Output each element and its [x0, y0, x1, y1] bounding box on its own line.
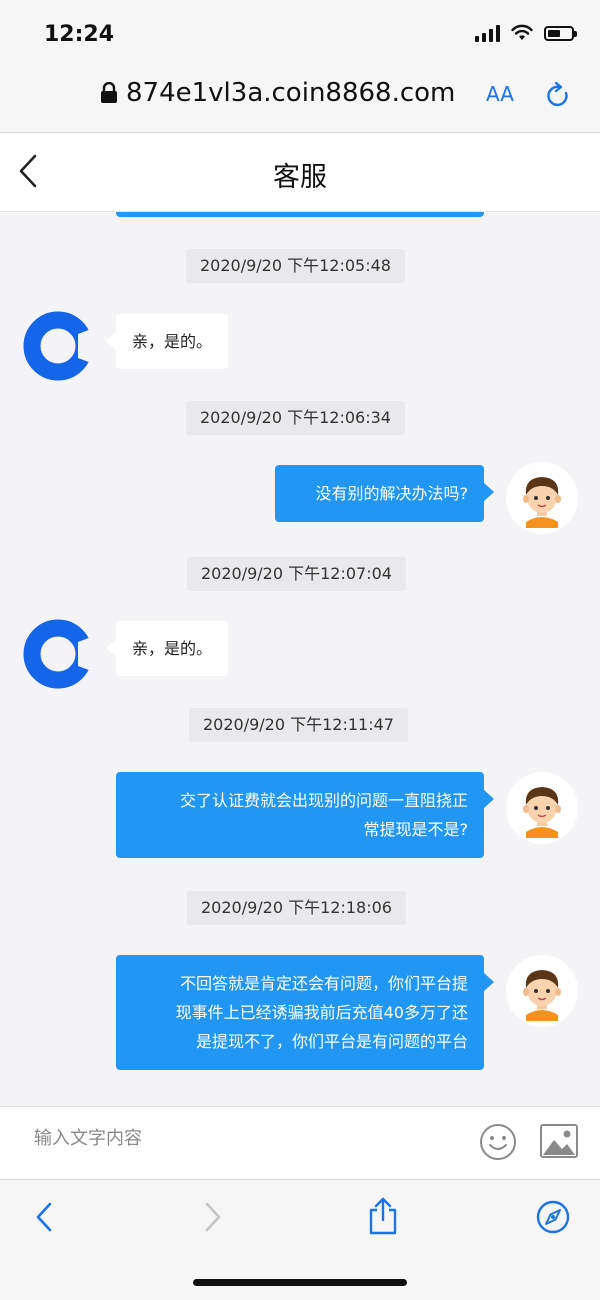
agent-avatar [23, 619, 94, 689]
message-timestamp: 2020/9/20 下午12:05:48 [186, 249, 405, 283]
message-timestamp: 2020/9/20 下午12:06:34 [186, 401, 405, 435]
compass-icon[interactable] [535, 1199, 571, 1235]
message-input[interactable] [32, 1127, 456, 1150]
refresh-icon[interactable] [544, 81, 574, 111]
message-line: 是提现不了，你们平台是有问题的平台 [195, 1032, 468, 1051]
message-timestamp: 2020/9/20 下午12:11:47 [189, 708, 408, 742]
lock-icon [101, 82, 117, 103]
home-indicator[interactable] [193, 1279, 407, 1286]
wifi-icon [511, 24, 533, 40]
chat-header: 客服 [0, 133, 600, 212]
user-avatar [506, 462, 578, 534]
emoji-icon[interactable] [479, 1123, 517, 1161]
message-timestamp: 2020/9/20 下午12:07:04 [187, 557, 406, 591]
browser-forward-icon[interactable] [203, 1200, 223, 1234]
status-bar: 12:24 [0, 0, 600, 70]
agent-avatar [23, 311, 94, 381]
user-message-bubble: 没有别的解决办法吗? [275, 465, 494, 522]
message-line: 没有别的解决办法吗? [315, 484, 469, 503]
message-bubble-partial [116, 212, 484, 217]
status-icons [475, 24, 577, 42]
page-title: 客服 [273, 162, 327, 193]
agent-message-bubble: 亲，是的。 [105, 621, 229, 676]
user-message-bubble: 不回答就是肯定还会有问题，你们平台提 现事件上已经诱骗我前后充值40多万了还 是… [116, 955, 494, 1070]
battery-icon [544, 25, 577, 41]
url-field[interactable]: 874e1vl3a.coin8868.com [100, 78, 455, 108]
message-line: 现事件上已经诱骗我前后充值40多万了还 [175, 1003, 468, 1022]
message-timestamp: 2020/9/20 下午12:18:06 [187, 891, 406, 925]
text-size-button[interactable]: AA [486, 82, 514, 106]
message-composer [0, 1106, 600, 1179]
message-line: 常提现是不是? [363, 820, 469, 839]
user-avatar [506, 772, 578, 844]
message-line: 不回答就是肯定还会有问题，你们平台提 [179, 974, 468, 993]
chat-messages[interactable]: 2020/9/20 下午12:05:48 亲，是的。 2020/9/20 下午1… [0, 212, 600, 1105]
user-message-bubble: 交了认证费就会出现别的问题一直阻挠正 常提现是不是? [116, 772, 494, 858]
browser-back-icon[interactable] [34, 1200, 54, 1234]
browser-url-bar: 874e1vl3a.coin8868.com AA [0, 70, 600, 133]
message-line: 交了认证费就会出现别的问题一直阻挠正 [179, 791, 468, 810]
browser-toolbar [0, 1179, 600, 1300]
status-time: 12:24 [44, 22, 115, 47]
agent-message-bubble: 亲，是的。 [105, 314, 229, 369]
share-icon[interactable] [366, 1196, 400, 1236]
user-avatar [506, 955, 578, 1027]
image-icon[interactable] [540, 1124, 578, 1158]
url-text: 874e1vl3a.coin8868.com [126, 78, 456, 108]
signal-icon [475, 24, 500, 42]
